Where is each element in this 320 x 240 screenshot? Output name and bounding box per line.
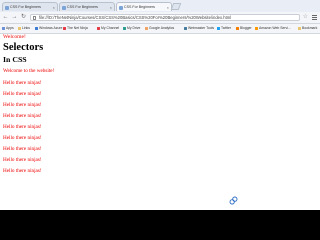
drive-icon (123, 26, 126, 30)
analytics-icon (145, 26, 148, 30)
menu-icon[interactable] (312, 14, 317, 21)
close-tab-icon[interactable]: × (110, 3, 112, 11)
twitter-icon (217, 26, 220, 30)
ninja-paragraph: Hello there ninjas! (3, 157, 42, 163)
bookmarks-bar: Apps Links Windows Azure The Net Ninja M… (0, 24, 320, 34)
ninja-paragraph: Hello there ninjas! (3, 102, 42, 108)
bookmark-label: Webmaster Tools (188, 26, 215, 30)
address-bar[interactable]: file:///D:/TheNetNinja/Courses/CSS/CSS%2… (30, 14, 300, 21)
back-arrow-icon[interactable]: ← (2, 14, 9, 21)
bookmark-apps[interactable]: Apps (2, 24, 14, 33)
bookmark-my-channel[interactable]: My Channel (97, 24, 119, 33)
bookmark-webmaster-tools[interactable]: Webmaster Tools (184, 24, 214, 33)
reload-icon[interactable]: ↻ (20, 14, 27, 21)
favicon-icon (62, 5, 66, 10)
favicon-icon (5, 5, 9, 10)
bookmark-label: My Drive (127, 26, 141, 30)
bookmark-windows-azure[interactable]: Windows Azure (35, 24, 62, 33)
bookmark-amazon-web-services[interactable]: Amazon Web Servi... (255, 24, 291, 33)
tab-label: CSS For Beginners (10, 5, 41, 9)
bookmark-label: Windows Azure (39, 26, 63, 30)
close-tab-icon[interactable]: × (167, 3, 169, 11)
page-heading: Selectors (3, 42, 44, 53)
toolbar: ← → ↻ file:///D:/TheNetNinja/Courses/CSS… (0, 12, 320, 24)
bookmark-twitter[interactable]: Twitter (217, 24, 231, 33)
tab-1[interactable]: CSS For Beginners × (2, 2, 58, 11)
link-cursor-icon (229, 196, 238, 205)
bookmark-label: The Net Ninja (67, 26, 88, 30)
bookmark-the-net-ninja[interactable]: The Net Ninja (63, 24, 88, 33)
bookmark-label: Twitter (221, 26, 231, 30)
bookmark-label: Google Analytics (149, 26, 175, 30)
ninja-paragraph: Hello there ninjas! (3, 80, 42, 86)
bookmark-label: Amazon Web Servi... (259, 26, 291, 30)
welcome-text: Welcome! (3, 34, 26, 40)
bookmark-folder[interactable]: Bookmark (298, 24, 317, 33)
tab-label: CSS For Beginners (124, 5, 155, 9)
tab-2[interactable]: CSS For Beginners × (59, 2, 115, 11)
ninja-paragraph: Hello there ninjas! (3, 146, 42, 152)
forward-arrow-icon[interactable]: → (11, 14, 18, 21)
ninja-icon (63, 26, 66, 30)
ninja-paragraph: Hello there ninjas! (3, 113, 42, 119)
tab-label: CSS For Beginners (67, 5, 98, 9)
bookmark-label: My Channel (101, 26, 120, 30)
bookmark-label: Blogger (240, 26, 252, 30)
close-tab-icon[interactable]: × (53, 3, 55, 11)
blogger-icon (236, 26, 239, 30)
webmaster-icon (184, 26, 187, 30)
ninja-paragraph: Hello there ninjas! (3, 124, 42, 130)
address-text: file:///D:/TheNetNinja/Courses/CSS/CSS%2… (39, 15, 232, 20)
welcome-paragraph: Welcome to the website! (3, 68, 55, 74)
ninja-paragraph: Hello there ninjas! (3, 135, 42, 141)
azure-icon (35, 26, 38, 30)
bookmark-label: Apps (6, 26, 14, 30)
apps-icon (2, 26, 5, 30)
tab-3-active[interactable]: CSS For Beginners × (116, 2, 172, 11)
favicon-icon (119, 5, 123, 10)
page-subheading: In CSS (3, 55, 27, 64)
ninja-paragraph: Hello there ninjas! (3, 91, 42, 97)
bookmark-links[interactable]: Links (18, 24, 30, 33)
folder-icon (298, 26, 301, 30)
amazon-icon (255, 26, 258, 30)
browser-window: CSS For Beginners × CSS For Beginners × … (0, 0, 320, 210)
bookmark-my-drive[interactable]: My Drive (123, 24, 140, 33)
new-tab-button[interactable] (170, 3, 182, 10)
bookmark-google-analytics[interactable]: Google Analytics (145, 24, 174, 33)
bookmark-blogger[interactable]: Blogger (236, 24, 252, 33)
folder-icon (18, 26, 21, 30)
bookmark-label: Bookmark (302, 26, 318, 30)
bookmark-label: Links (22, 26, 30, 30)
ninja-paragraph: Hello there ninjas! (3, 168, 42, 174)
bookmark-star-icon[interactable]: ☆ (303, 14, 308, 21)
youtube-icon (97, 26, 100, 30)
page-icon (33, 16, 36, 20)
